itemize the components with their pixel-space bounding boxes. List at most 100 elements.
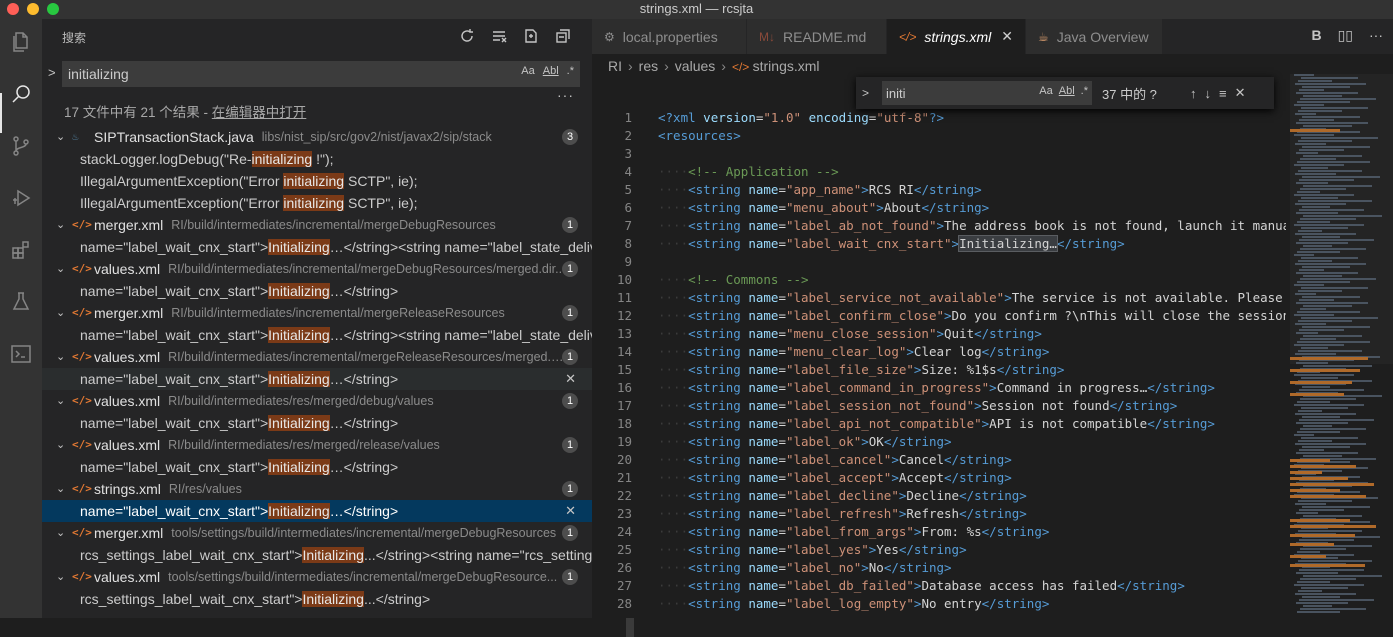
code-token: name [748,506,779,521]
use-regex-toggle[interactable]: .* [567,65,574,77]
result-match-row[interactable]: rcs_settings_label_wait_cnx_start">Initi… [42,588,592,610]
close-find-icon[interactable]: ✕ [1235,85,1246,101]
chevron-down-icon[interactable]: ⌄ [56,126,72,148]
close-window-button[interactable] [7,3,19,15]
result-file-row[interactable]: ⌄ </> merger.xml RI/build/intermediates/inc… [42,214,592,236]
match-case-toggle[interactable]: Aa [521,65,534,77]
find-in-selection-icon[interactable]: ≡ [1219,86,1227,101]
result-file-row[interactable]: ⌄ </> values.xml RI/build/intermediates/inc… [42,258,592,280]
result-file-row[interactable]: ⌄ </> values.xml RI/build/intermediates/res… [42,434,592,456]
tab-readme-md[interactable]: M↓ README.md [747,19,887,54]
code-token: "1.0" [763,110,802,125]
result-match-row[interactable]: name="label_wait_cnx_start">Initializing… [42,324,592,346]
code-editor[interactable]: 1 <?xml version="1.0" encoding="utf-8"?> 2… [592,109,1292,613]
minimap-line [1297,221,1330,223]
chevron-down-icon[interactable]: ⌄ [56,566,72,588]
chevron-down-icon[interactable]: ⌄ [56,214,72,236]
breadcrumb-item[interactable]: RI [608,58,622,74]
open-in-editor-link[interactable]: 在编辑器中打开 [212,105,307,120]
code-token: Cancel [898,452,945,467]
result-match-row[interactable]: IllegalArgumentException("Error initiali… [42,192,592,214]
chevron-down-icon[interactable]: ⌄ [56,434,72,456]
code-token: "label_service_not_available" [785,290,1005,305]
code-token: ···· [658,218,689,233]
line-content: ····<string name="label_no">No</string> [658,559,1286,577]
find-input[interactable]: initi Aa Abl .* [882,81,1092,105]
result-file-row[interactable]: ⌄ </> values.xml tools/settings/build/inter… [42,566,592,588]
code-token: ···· [658,182,689,197]
minimap-line [1298,140,1352,142]
tab-local-properties[interactable]: ⚙ local.properties [592,19,747,54]
search-icon[interactable] [6,79,36,109]
split-editor-icon[interactable]: ▯▯ [1338,27,1353,44]
chevron-down-icon[interactable]: ⌄ [56,302,72,324]
chevron-down-icon[interactable]: ⌄ [56,258,72,280]
dismiss-result-icon[interactable]: ✕ [565,368,576,390]
close-tab-icon[interactable]: ✕ [1001,28,1013,45]
new-search-editor-icon[interactable] [522,27,540,45]
previous-match-icon[interactable]: ↑ [1190,86,1197,101]
chevron-down-icon[interactable]: ⌄ [56,390,72,412]
match-suffix: …</string> [329,415,399,431]
maximize-window-button[interactable] [47,3,59,15]
result-file-row[interactable]: ⌄ </> merger.xml tools/settings/build/inter… [42,522,592,544]
minimap-line [1296,182,1328,184]
result-match-row[interactable]: name="label_wait_cnx_start">Initializing… [42,500,592,522]
code-token: "label_log_empty" [785,596,914,611]
breadcrumb-item[interactable]: res [639,58,658,74]
source-control-icon[interactable] [6,131,36,161]
collapse-all-icon[interactable] [554,27,572,45]
result-match-row[interactable]: name="label_wait_cnx_start">Initializing… [42,456,592,478]
chevron-down-icon[interactable]: ⌄ [56,478,72,500]
result-file-row[interactable]: ⌄ </> strings.xml RI/res/values 1 [42,478,592,500]
chevron-down-icon[interactable]: ⌄ [56,346,72,368]
search-input[interactable]: initializing Aa Abl .* [62,61,580,87]
remote-explorer-icon[interactable] [6,339,36,369]
result-match-row[interactable]: stackLogger.logDebug("Re-initializing !"… [42,148,592,170]
code-token: <string [688,560,741,575]
minimap-line [1301,197,1338,199]
result-file-path: RI/build/intermediates/incremental/merge… [168,262,566,276]
result-file-row[interactable]: ⌄ </> merger.xml RI/build/intermediates/inc… [42,302,592,324]
match-whole-word-toggle[interactable]: Abl [543,65,559,77]
breadcrumb-item[interactable]: values [675,58,715,74]
result-match-row[interactable]: name="label_wait_cnx_start">Initializing… [42,280,592,302]
xml-file-icon: </> [72,570,92,583]
clear-results-icon[interactable] [490,27,508,45]
result-file-row[interactable]: ⌄ </> values.xml RI/build/intermediates/res… [42,390,592,412]
result-file-row[interactable]: ⌄ </> values.xml RI/build/intermediates/inc… [42,346,592,368]
match-prefix: name="label_wait_cnx_start"> [80,283,269,299]
files-icon[interactable] [6,27,36,57]
result-file-name: strings.xml [94,481,161,497]
find-regex-toggle[interactable]: .* [1081,85,1088,97]
toggle-replace-chevron-icon[interactable]: > [48,65,56,80]
minimap[interactable] [1290,74,1385,618]
more-actions-icon[interactable]: ··· [557,87,574,103]
breadcrumb-item[interactable]: strings.xml [753,58,820,74]
result-match-row[interactable]: rcs_settings_label_wait_cnx_start">Initi… [42,544,592,566]
extensions-icon[interactable] [6,235,36,265]
minimap-line [1296,572,1338,574]
minimize-window-button[interactable] [27,3,39,15]
find-whole-word-toggle[interactable]: Abl [1059,85,1075,97]
result-match-row[interactable]: IllegalArgumentException("Error initiali… [42,170,592,192]
dismiss-result-icon[interactable]: ✕ [565,500,576,522]
run-debug-icon[interactable] [6,183,36,213]
find-match-case-toggle[interactable]: Aa [1039,85,1052,97]
result-match-row[interactable]: name="label_wait_cnx_start">Initializing… [42,412,592,434]
tab-strings-xml[interactable]: </> strings.xml ✕ [887,19,1026,54]
refresh-icon[interactable] [458,27,476,45]
minimap-line [1303,305,1352,307]
toggle-replace-icon[interactable]: > [862,86,878,100]
chevron-down-icon[interactable]: ⌄ [56,522,72,544]
next-match-icon[interactable]: ↓ [1205,86,1212,101]
testing-icon[interactable] [6,287,36,317]
more-editor-actions-icon[interactable]: ··· [1369,27,1383,44]
tab-java-overview[interactable]: ☕ Java Overview [1026,19,1163,54]
code-token: > [861,182,869,197]
result-file-row[interactable]: ⌄ ♨ SIPTransactionStack.java libs/nist_sip/… [42,126,592,148]
minimap-line [1295,83,1366,85]
result-match-row[interactable]: name="label_wait_cnx_start">Initializing… [42,368,592,390]
result-match-row[interactable]: name="label_wait_cnx_start">Initializing… [42,236,592,258]
bold-action-button[interactable]: B [1311,27,1321,44]
